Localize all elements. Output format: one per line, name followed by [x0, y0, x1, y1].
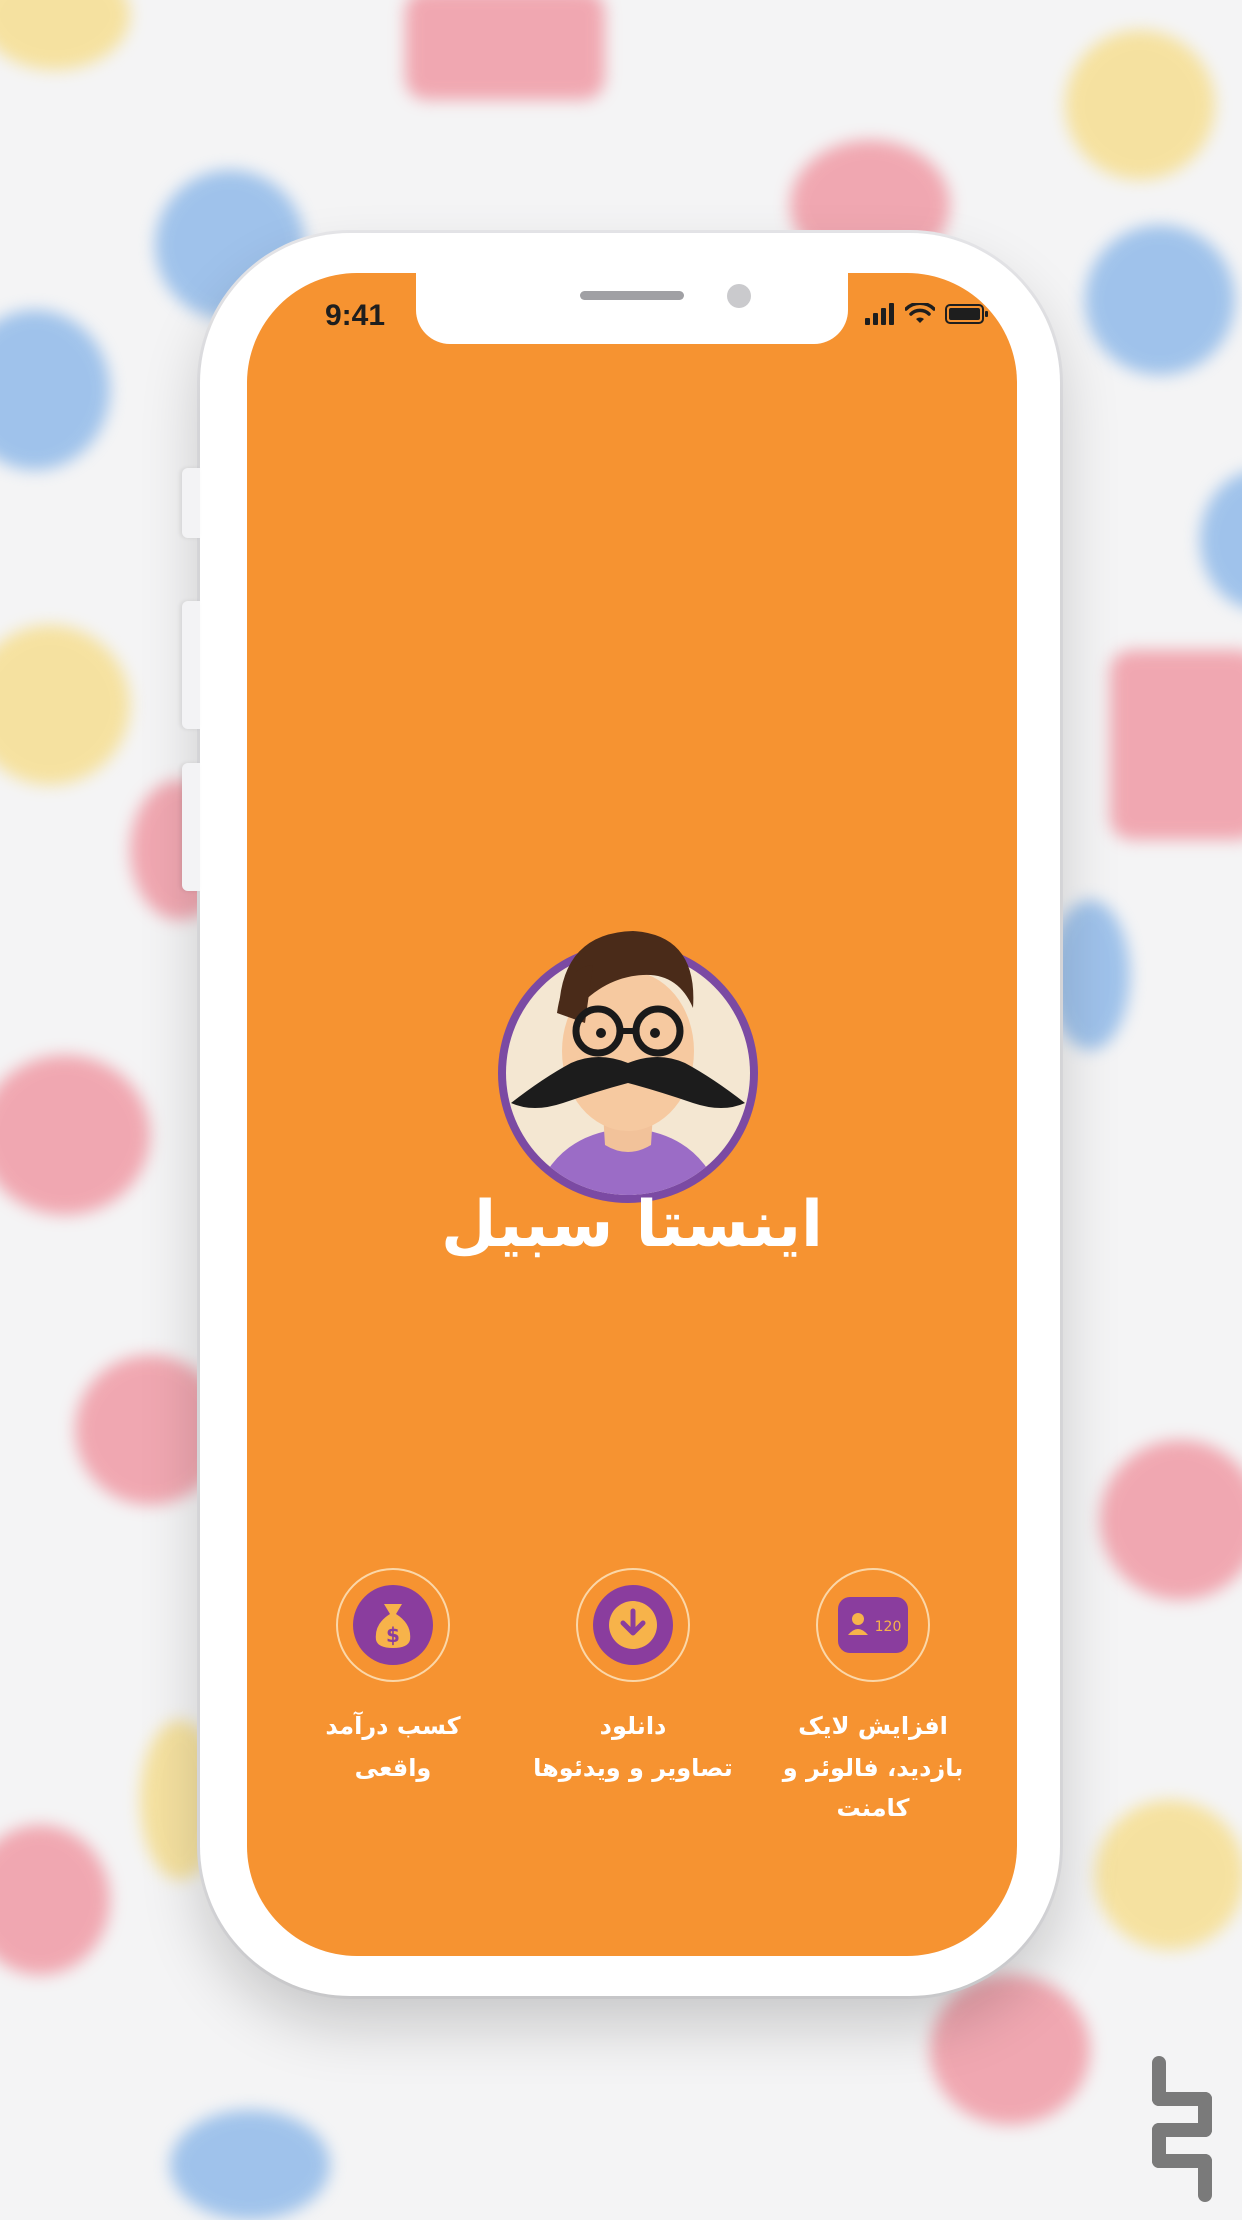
feature-subtitle: واقعی: [354, 1754, 432, 1782]
status-time: 9:41: [325, 299, 386, 332]
feature-increase-likes: 120 افزایش لایک بازدید، فالوئر و کامنت: [753, 1568, 993, 1828]
feature-subtitle: بازدید، فالوئر و کامنت: [782, 1754, 964, 1822]
badge-count: 120: [875, 1619, 902, 1635]
feature-icon-ring: $: [336, 1568, 450, 1682]
speaker: [580, 291, 684, 300]
feature-earn-money: $ کسب درآمد واقعی: [273, 1568, 513, 1788]
svg-text:$: $: [386, 1623, 400, 1647]
feature-subtitle: تصاویر و ویدئوها: [533, 1754, 733, 1782]
store-logo-icon: [1152, 2056, 1212, 2202]
app-screen: 9:41 اینستا سبیل $ کسب درآمد واقعی دانلو…: [247, 273, 1017, 1956]
feature-icon-disc: [593, 1585, 673, 1665]
feature-icon-ring: 120: [816, 1568, 930, 1682]
money-bag-icon: $: [375, 1604, 411, 1648]
phone-mockup: 9:41 اینستا سبیل $ کسب درآمد واقعی دانلو…: [182, 233, 1060, 1996]
mute-switch: [182, 468, 200, 538]
notch: [416, 273, 848, 344]
feature-icon-disc: $: [353, 1585, 433, 1665]
wifi-icon: [905, 303, 935, 323]
feature-title: دانلود: [599, 1712, 667, 1740]
feature-title: افزایش لایک: [798, 1712, 948, 1740]
profile-card-icon: 120: [848, 1613, 902, 1635]
app-logo-avatar: [493, 913, 763, 1203]
volume-down-button: [182, 763, 200, 891]
app-title: اینستا سبیل: [441, 1188, 823, 1262]
mustache-man-avatar: [498, 931, 758, 1203]
feature-icon-disc: 120: [838, 1597, 908, 1653]
status-icons: [865, 303, 989, 325]
feature-icon-ring: [576, 1568, 690, 1682]
feature-download: دانلود تصاویر و ویدئوها: [513, 1568, 753, 1788]
download-icon: [609, 1601, 657, 1649]
volume-up-button: [182, 601, 200, 729]
battery-icon: [945, 304, 988, 324]
signal-icon: [865, 303, 894, 325]
front-camera: [727, 284, 751, 308]
feature-title: کسب درآمد: [325, 1712, 461, 1740]
